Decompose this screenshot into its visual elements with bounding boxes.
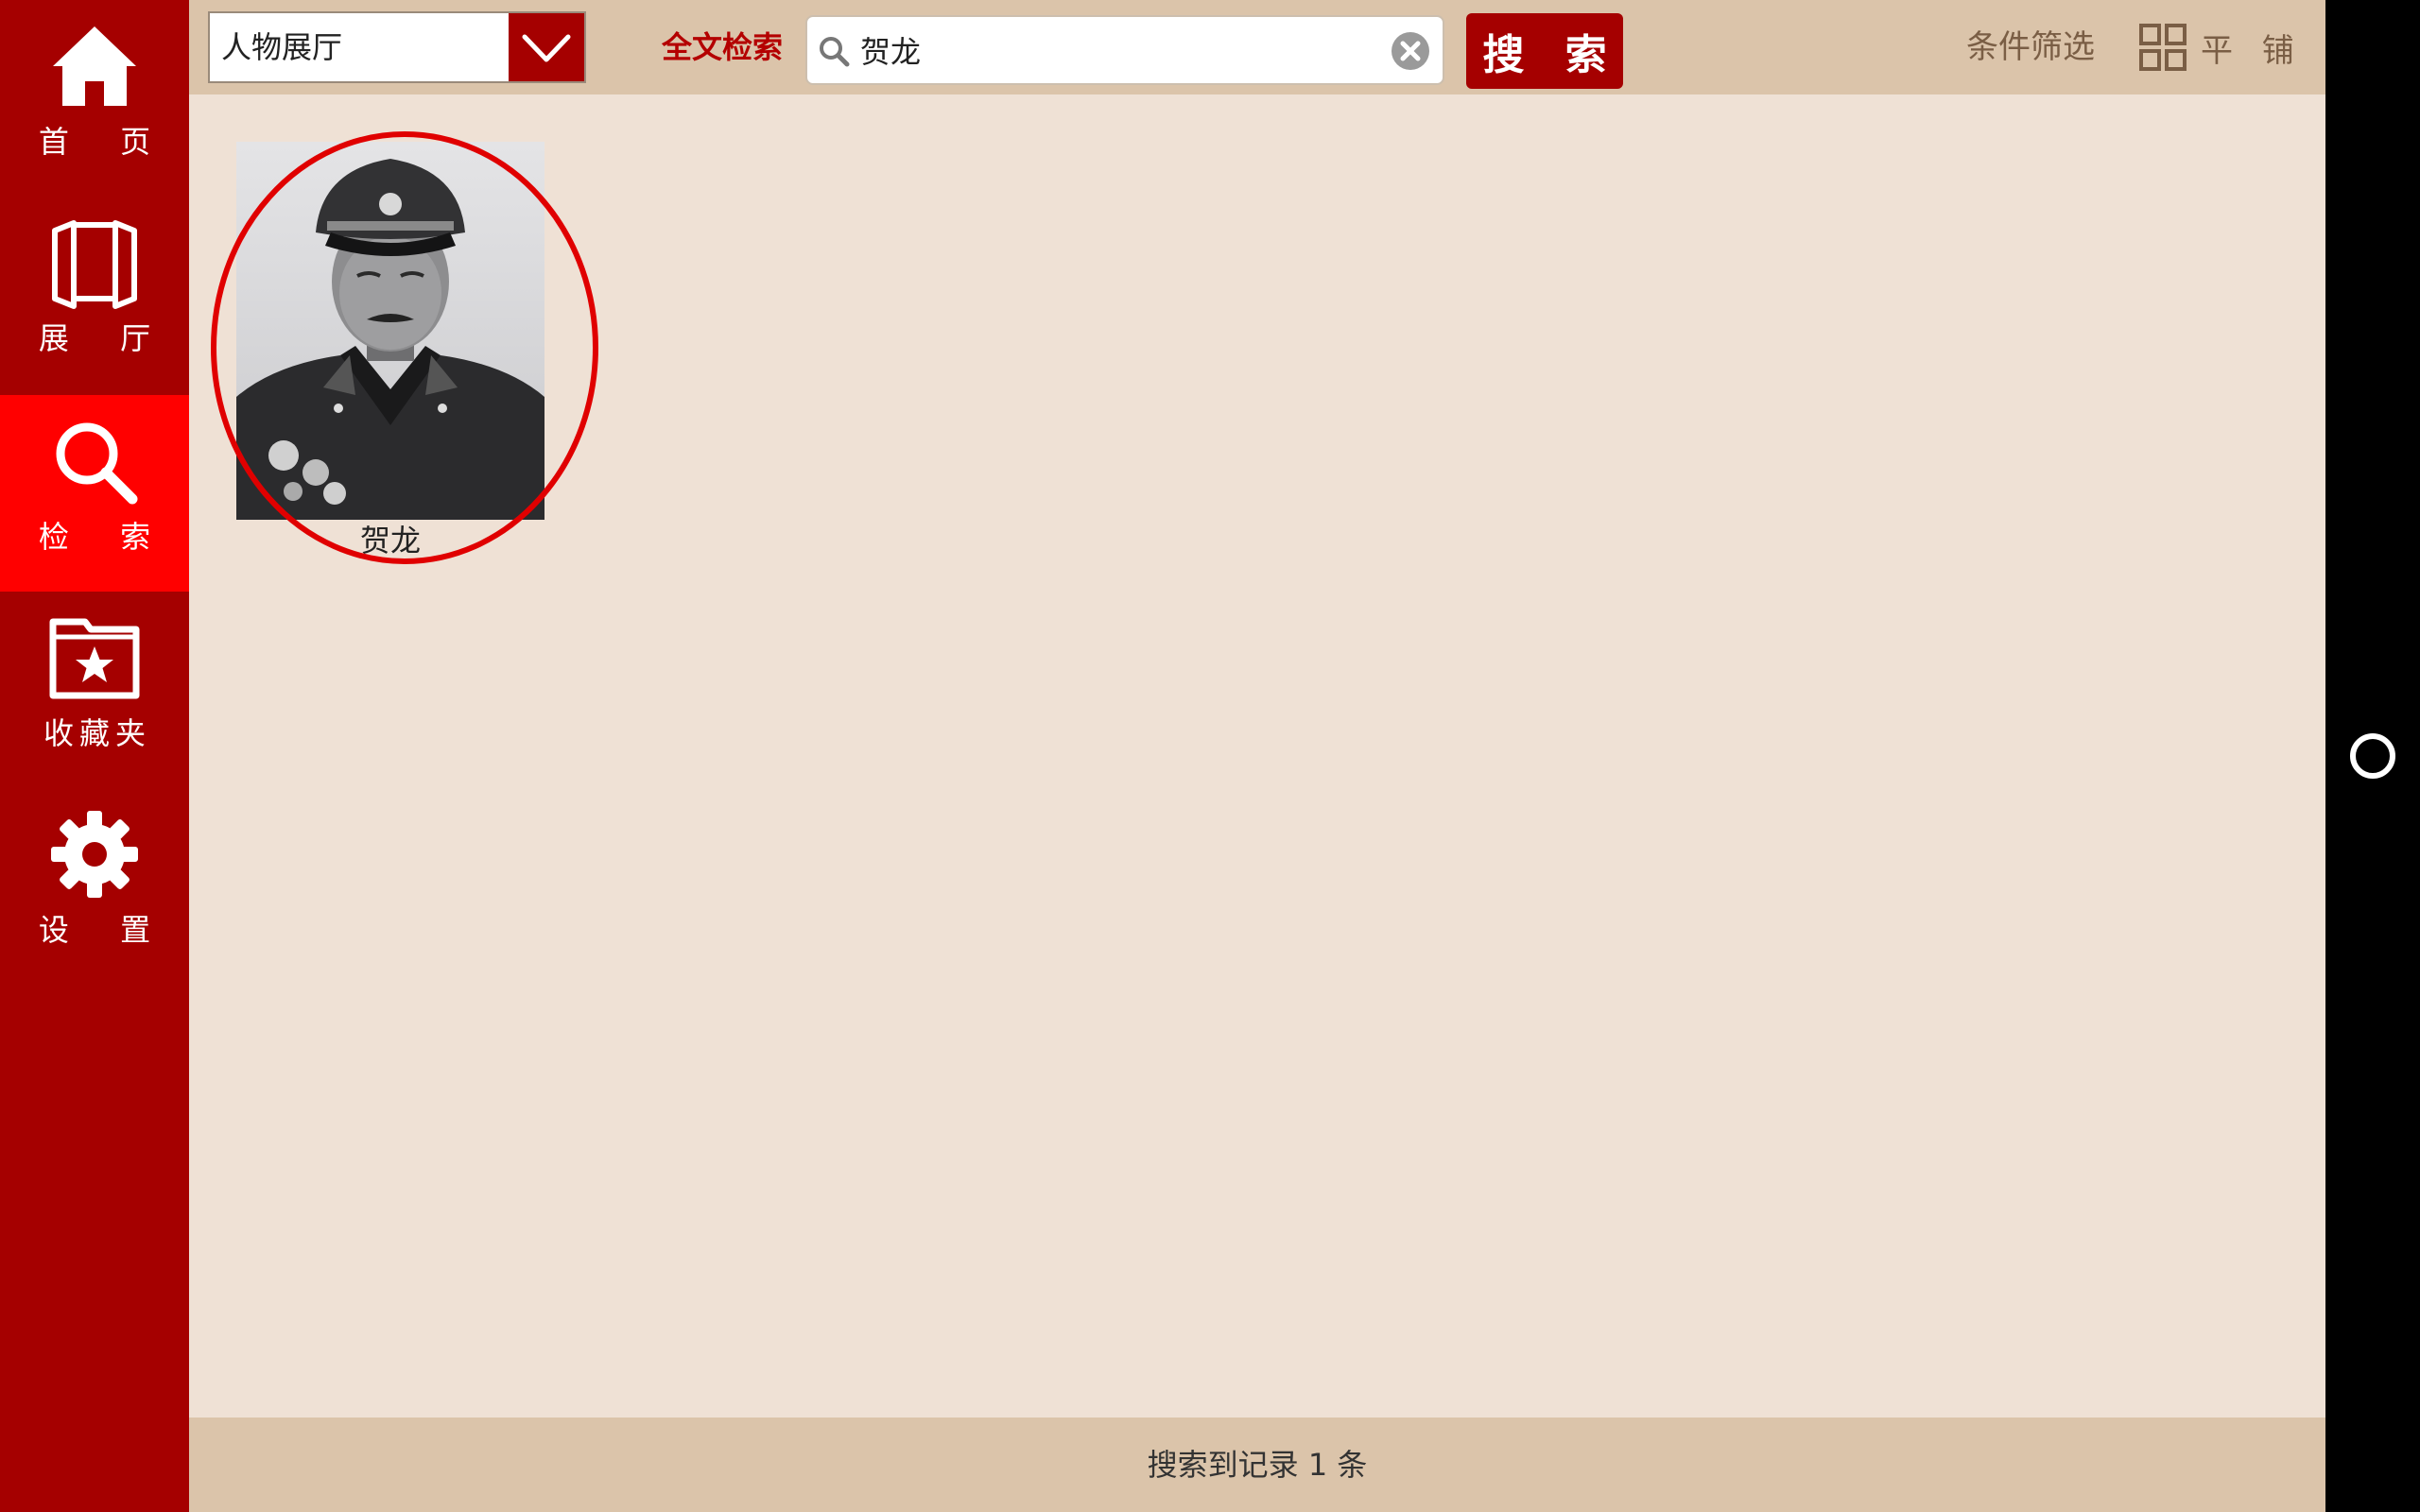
chevron-down-icon — [522, 34, 571, 62]
sidebar-item-label: 设 置 — [38, 912, 172, 948]
sidebar-item-label: 检 索 — [38, 519, 172, 555]
sidebar-item-favorites[interactable]: 收藏夹 — [0, 592, 189, 788]
hall-select[interactable]: 人物展厅 — [208, 11, 586, 83]
sidebar-item-search[interactable]: 检 索 — [0, 395, 189, 592]
system-nav-bar — [2325, 0, 2420, 1512]
system-home-button[interactable] — [2350, 733, 2395, 779]
sidebar-item-label: 首 页 — [38, 124, 172, 160]
app-window: 首 页 展 厅 检 索 收藏夹 设 置 人物展厅 全文检索 贺龙 搜 索 条件筛… — [0, 0, 2420, 1512]
home-icon — [53, 26, 136, 106]
result-name: 贺龙 — [359, 523, 421, 558]
hall-select-dropdown-button[interactable] — [509, 13, 584, 81]
gear-icon — [51, 811, 138, 898]
tile-view-button[interactable]: 平 铺 — [2138, 0, 2304, 94]
top-toolbar: 人物展厅 全文检索 搜 索 条件筛选 — [189, 0, 2325, 94]
sidebar-item-label: 收藏夹 — [43, 715, 151, 751]
sidebar-item-hall[interactable]: 展 厅 — [0, 197, 189, 393]
grid-icon — [2139, 24, 2187, 71]
search-icon — [820, 37, 850, 67]
sidebar-item-label: 展 厅 — [38, 320, 172, 356]
result-card[interactable]: 贺龙 — [236, 142, 544, 559]
filter-button[interactable]: 条件筛选 — [1966, 0, 2095, 94]
hall-select-value: 人物展厅 — [221, 29, 343, 65]
search-icon — [56, 422, 138, 505]
sidebar-item-settings[interactable]: 设 置 — [0, 788, 189, 985]
results-area: 贺龙 — [189, 94, 2325, 1418]
fulltext-search-label[interactable]: 全文检索 — [662, 0, 783, 94]
favorites-folder-icon — [49, 618, 140, 699]
search-button[interactable]: 搜 索 — [1466, 13, 1623, 89]
result-count-text: 搜索到记录 1 条 — [1147, 1447, 1368, 1483]
sidebar: 首 页 展 厅 检 索 收藏夹 设 置 — [0, 0, 189, 1512]
search-box — [805, 15, 1444, 85]
tile-view-label: 平 铺 — [2201, 31, 2304, 70]
clear-icon[interactable] — [1390, 30, 1431, 72]
sidebar-item-home[interactable]: 首 页 — [0, 0, 189, 197]
status-bar: 搜索到记录 1 条 — [189, 1418, 2325, 1512]
hall-icon — [52, 220, 137, 309]
search-input[interactable] — [860, 17, 1371, 83]
portrait-photo — [236, 142, 544, 520]
